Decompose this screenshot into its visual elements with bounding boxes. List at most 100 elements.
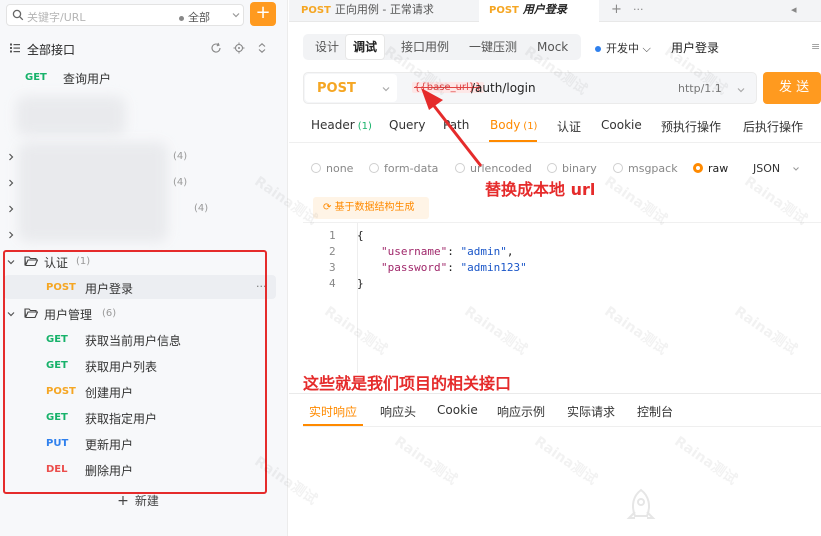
chevron-right-icon [9, 231, 14, 239]
locate-icon[interactable] [233, 42, 245, 54]
tab-header[interactable]: Header (1) [311, 118, 372, 132]
env-label: 开发中 [606, 42, 639, 55]
method-badge: GET [25, 72, 47, 83]
json-colon: : [447, 245, 461, 258]
tab-label: 正向用例 - 正常请求 [334, 3, 434, 16]
redacted-area [16, 96, 126, 136]
rocket-icon [626, 488, 656, 519]
menu-icon[interactable]: ≡ [811, 40, 820, 53]
search-icon [12, 9, 24, 21]
all-interfaces-label: 全部接口 [27, 43, 76, 57]
tab-method: POST [301, 5, 331, 16]
annotation-arrow-icon [421, 88, 483, 167]
line-gutter: 1 2 3 4 [303, 223, 355, 373]
line-number: 3 [329, 261, 336, 274]
generate-from-schema-button[interactable]: ⟳ 基于数据结构生成 [313, 197, 429, 219]
tab-pre-script[interactable]: 预执行操作 [661, 118, 721, 135]
tab-cookie[interactable]: Cookie [601, 118, 642, 132]
scope-select[interactable]: 全部 [179, 9, 210, 25]
sparkle-icon: ⟳ [323, 202, 335, 213]
search-input[interactable]: 关键字/URL 全部 [6, 4, 244, 26]
tab-design[interactable]: 设计 [307, 34, 347, 60]
tab-scroll-left-icon[interactable]: ◂ [791, 0, 797, 22]
param-tab-label: 认证 [557, 120, 582, 134]
radio-raw[interactable]: raw [693, 162, 728, 175]
annotation-highlight-box [3, 250, 267, 494]
tab-more-icon[interactable]: ··· [633, 0, 644, 22]
environment-select[interactable]: 开发中 ⌵ [595, 40, 651, 56]
chevron-right-icon [9, 205, 14, 213]
chevron-right-icon [9, 153, 14, 161]
tab-response-headers[interactable]: 响应头 [380, 403, 416, 420]
tab-live-response[interactable]: 实时响应 [309, 403, 357, 420]
param-tab-label: 预执行操作 [661, 120, 722, 134]
response-divider [289, 393, 821, 394]
body-format-select[interactable]: JSON [753, 162, 780, 175]
code-brace-open: { [357, 229, 364, 242]
folder-count: (4) [194, 203, 209, 214]
tab-bar: POST 正向用例 - 正常请求 POST 用户登录 + ··· ◂ [289, 0, 821, 22]
tab-post-script[interactable]: 后执行操作 [743, 118, 803, 135]
code-line-username: "username": "admin", [381, 245, 513, 258]
chevron-down-icon [382, 87, 390, 92]
chevron-down-icon[interactable] [792, 165, 800, 173]
folder-row[interactable]: (4) [0, 146, 288, 168]
radio-label: binary [562, 162, 597, 175]
sidebar-item-query-user[interactable]: GET 查询用户 [0, 67, 288, 89]
param-tab-label: 后执行操作 [743, 120, 804, 134]
method-value: POST [317, 81, 356, 96]
tab-body[interactable]: Body (1) [490, 118, 537, 132]
annotation-interfaces: 这些就是我们项目的相关接口 [303, 374, 512, 393]
folder-row[interactable]: (4) [0, 172, 288, 194]
expand-collapse-icon[interactable] [256, 42, 268, 54]
param-tab-label: Header [311, 118, 355, 132]
all-interfaces-row[interactable]: 全部接口 [0, 38, 288, 60]
new-button[interactable]: + 新建 [0, 492, 276, 512]
scope-label: 全部 [188, 11, 210, 24]
param-tab-count: (1) [523, 121, 538, 132]
method-select[interactable]: POST [305, 74, 397, 102]
json-key: "username" [381, 245, 448, 258]
new-tab-icon[interactable]: + [611, 0, 622, 22]
tab-response-cookie[interactable]: Cookie [437, 403, 478, 417]
tab-positive-case[interactable]: POST 正向用例 - 正常请求 [301, 0, 477, 22]
sidebar-item-label: 查询用户 [63, 72, 112, 86]
tab-user-login[interactable]: POST 用户登录 [479, 0, 599, 22]
tab-response-example[interactable]: 响应示例 [497, 403, 545, 420]
generate-label: 基于数据结构生成 [334, 202, 415, 213]
json-key: "password" [381, 261, 448, 274]
chevron-down-icon[interactable] [736, 85, 746, 95]
tab-actual-request[interactable]: 实际请求 [567, 403, 615, 420]
param-tab-label: Cookie [601, 118, 642, 132]
scope-dot-icon [179, 15, 184, 21]
json-colon: : [447, 261, 461, 274]
add-button[interactable]: + [250, 2, 276, 26]
radio-binary[interactable]: binary [547, 162, 597, 175]
tab-auth[interactable]: 认证 [557, 118, 581, 135]
json-value: "admin123" [460, 261, 527, 274]
refresh-icon[interactable] [210, 42, 222, 54]
chevron-down-icon[interactable] [231, 10, 241, 20]
folder-row[interactable]: (4) [0, 198, 288, 220]
radio-none[interactable]: none [311, 162, 353, 175]
line-number: 1 [329, 229, 336, 242]
radio-label: raw [708, 162, 729, 175]
env-dot-icon [595, 46, 601, 52]
divider [303, 426, 821, 427]
tab-debug[interactable]: 调试 [345, 34, 386, 60]
tab-stress-test[interactable]: 一键压测 [461, 34, 525, 60]
send-button[interactable]: 发 送 [763, 72, 821, 104]
radio-circle-icon [613, 163, 623, 173]
tab-label: 用户登录 [522, 3, 567, 16]
search-row: 关键字/URL 全部 + [0, 0, 288, 30]
gutter-divider [357, 223, 358, 373]
radio-label: msgpack [628, 162, 678, 175]
json-value: "admin" [460, 245, 507, 258]
folder-row[interactable] [0, 224, 288, 246]
tab-console[interactable]: 控制台 [637, 403, 673, 420]
sidebar: 关键字/URL 全部 + 全部接口 GET 查询用户 (4) (4) (4) 认… [0, 0, 288, 536]
new-label: 新建 [134, 494, 159, 508]
radio-msgpack[interactable]: msgpack [613, 162, 678, 175]
json-comma: , [506, 245, 514, 258]
folder-count: (4) [173, 177, 188, 188]
